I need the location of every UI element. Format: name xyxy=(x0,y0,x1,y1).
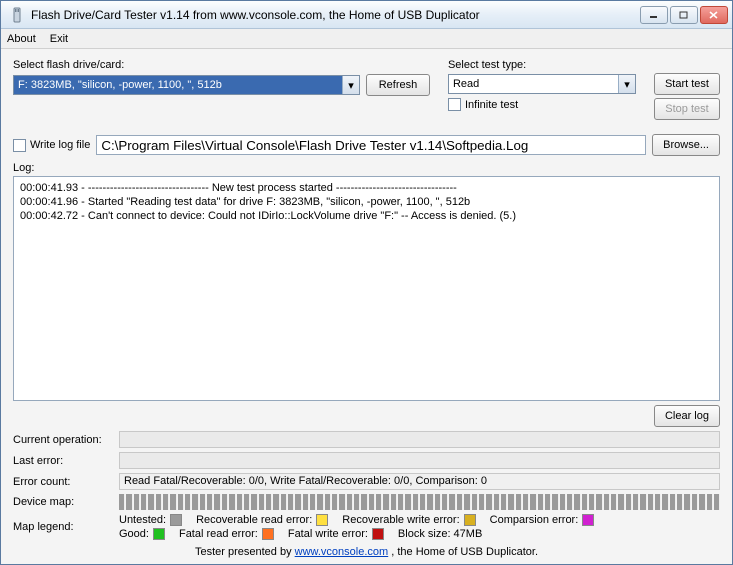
current-operation-value xyxy=(119,431,720,448)
main-window: Flash Drive/Card Tester v1.14 from www.v… xyxy=(0,0,733,565)
refresh-button[interactable]: Refresh xyxy=(366,74,430,96)
legend-good: Good: xyxy=(119,528,165,540)
error-count-value: Read Fatal/Recoverable: 0/0, Write Fatal… xyxy=(119,473,720,490)
legend-rec-write: Recoverable write error: xyxy=(342,514,475,526)
write-log-label: Write log file xyxy=(30,139,90,151)
map-legend-label: Map legend: xyxy=(13,521,119,533)
footer: Tester presented by www.vconsole.com , t… xyxy=(13,546,720,558)
app-icon xyxy=(9,7,25,23)
device-map xyxy=(119,494,720,510)
menu-about[interactable]: About xyxy=(7,33,36,45)
content-area: Select flash drive/card: F: 3823MB, "sil… xyxy=(1,49,732,564)
legend-block-size: Block size: 47MB xyxy=(398,528,482,540)
last-error-value xyxy=(119,452,720,469)
last-error-label: Last error: xyxy=(13,455,119,467)
infinite-test-label: Infinite test xyxy=(465,99,518,111)
infinite-test-checkbox[interactable]: Infinite test xyxy=(448,98,636,111)
log-label: Log: xyxy=(13,162,720,174)
footer-prefix: Tester presented by xyxy=(195,546,295,558)
error-count-label: Error count: xyxy=(13,476,119,488)
start-test-button[interactable]: Start test xyxy=(654,73,720,95)
menubar: About Exit xyxy=(1,29,732,49)
log-textarea[interactable]: 00:00:41.93 - --------------------------… xyxy=(13,176,720,401)
write-log-checkbox[interactable]: Write log file xyxy=(13,139,90,152)
close-button[interactable] xyxy=(700,6,728,24)
device-map-label: Device map: xyxy=(13,496,119,508)
test-type-combo[interactable]: Read ▾ xyxy=(448,74,636,94)
browse-button[interactable]: Browse... xyxy=(652,134,720,156)
select-test-label: Select test type: xyxy=(448,59,636,71)
titlebar-text: Flash Drive/Card Tester v1.14 from www.v… xyxy=(29,8,640,22)
minimize-button[interactable] xyxy=(640,6,668,24)
chevron-down-icon[interactable]: ▾ xyxy=(342,76,359,94)
clear-log-button[interactable]: Clear log xyxy=(654,405,720,427)
chevron-down-icon[interactable]: ▾ xyxy=(618,75,635,93)
drive-combo-value: F: 3823MB, "silicon, -power, 1100, ", 51… xyxy=(14,79,342,91)
legend-rec-read: Recoverable read error: xyxy=(196,514,328,526)
maximize-button[interactable] xyxy=(670,6,698,24)
titlebar[interactable]: Flash Drive/Card Tester v1.14 from www.v… xyxy=(1,1,732,29)
footer-suffix: , the Home of USB Duplicator. xyxy=(391,546,538,558)
test-type-value: Read xyxy=(449,78,618,90)
legend-fatal-write: Fatal write error: xyxy=(288,528,384,540)
legend-comparison: Comparsion error: xyxy=(490,514,595,526)
checkbox-icon xyxy=(13,139,26,152)
log-file-path-input[interactable] xyxy=(96,135,646,155)
legend-untested: Untested: xyxy=(119,514,182,526)
legend-fatal-read: Fatal read error: xyxy=(179,528,274,540)
window-buttons xyxy=(640,6,728,24)
select-drive-label: Select flash drive/card: xyxy=(13,59,430,71)
stop-test-button[interactable]: Stop test xyxy=(654,98,720,120)
menu-exit[interactable]: Exit xyxy=(50,33,68,45)
drive-combo[interactable]: F: 3823MB, "silicon, -power, 1100, ", 51… xyxy=(13,75,360,95)
current-operation-label: Current operation: xyxy=(13,434,119,446)
footer-link[interactable]: www.vconsole.com xyxy=(295,546,389,558)
checkbox-icon xyxy=(448,98,461,111)
swatch-untested xyxy=(170,514,182,526)
